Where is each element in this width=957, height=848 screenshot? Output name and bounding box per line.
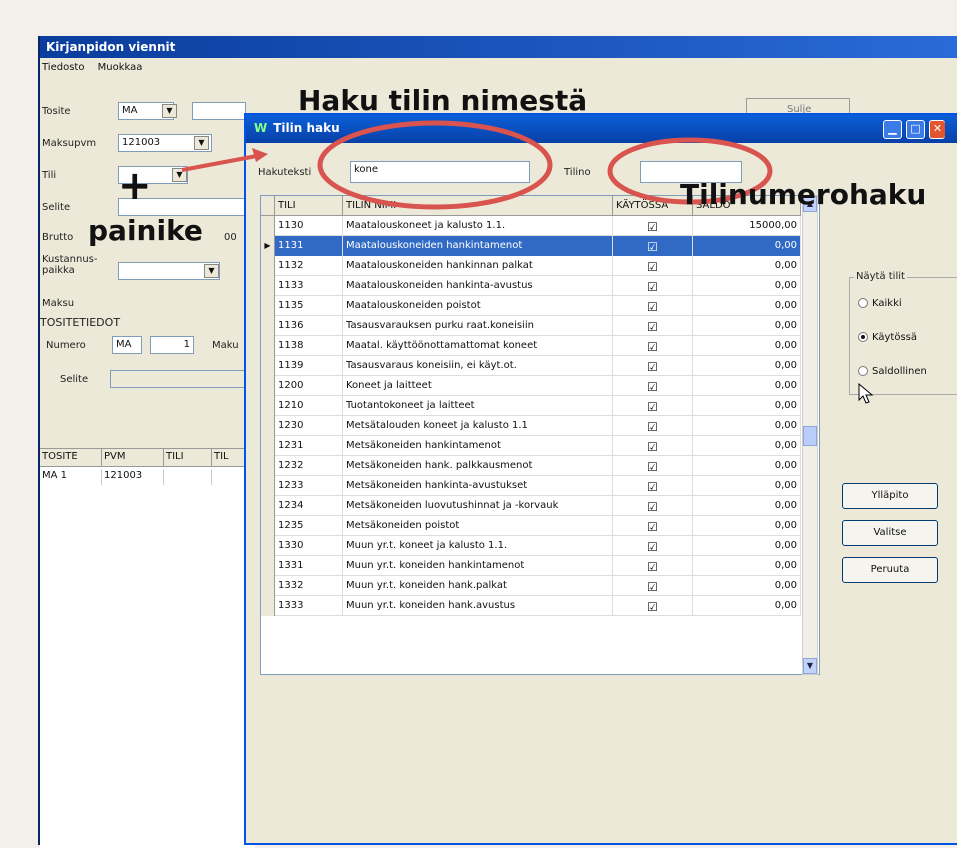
annotation-overlay <box>181 120 773 210</box>
haku-nimesta-ellipse <box>317 120 553 210</box>
annotation-haku-nimesta: Haku tilin nimestä <box>298 84 588 117</box>
annotation-arrow <box>181 153 263 172</box>
annotation-painike: painike <box>88 214 203 247</box>
annotation-tilinumerohaku: Tilinumerohaku <box>680 178 927 211</box>
arrowhead-icon <box>252 148 268 162</box>
annotation-plus: + <box>118 163 152 209</box>
